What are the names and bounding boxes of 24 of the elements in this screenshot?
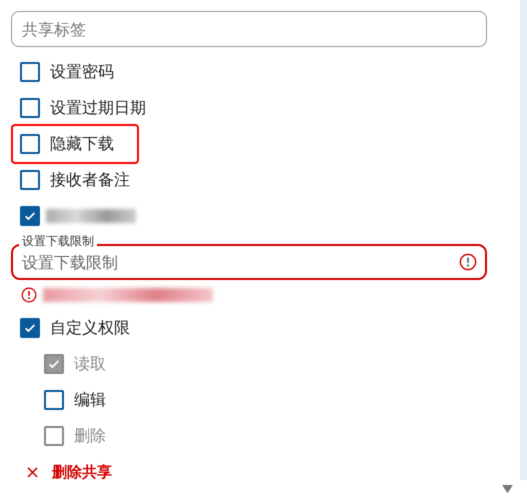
checkbox-label: 编辑 bbox=[74, 390, 106, 410]
checkbox[interactable] bbox=[20, 62, 40, 82]
checkbox[interactable] bbox=[20, 98, 40, 118]
checkbox[interactable] bbox=[20, 134, 40, 154]
checkbox-label: 读取 bbox=[74, 354, 106, 374]
error-icon bbox=[21, 287, 37, 303]
field-label: 设置下载限制 bbox=[19, 234, 97, 248]
checkbox-label: 接收者备注 bbox=[50, 170, 130, 190]
checkbox-label: 删除 bbox=[74, 426, 106, 446]
checkbox-label: 设置过期日期 bbox=[50, 98, 146, 118]
error-icon bbox=[459, 253, 477, 271]
scroll-down-icon[interactable] bbox=[502, 485, 513, 494]
download-limit-input[interactable]: 设置下载限制 bbox=[13, 252, 459, 272]
checkbox-label: 设置密码 bbox=[50, 62, 114, 82]
checkbox-label: 隐藏下载 bbox=[50, 134, 114, 154]
delete-share-link[interactable]: 删除共享 bbox=[52, 462, 112, 482]
checkbox[interactable] bbox=[44, 390, 64, 410]
checkbox-label: 自定义权限 bbox=[50, 318, 130, 338]
scrollbar[interactable] bbox=[520, 0, 527, 480]
share-label-field[interactable]: 共享标签 bbox=[11, 11, 487, 47]
close-icon: × bbox=[25, 462, 40, 482]
checkbox[interactable] bbox=[20, 170, 40, 190]
checkbox[interactable] bbox=[20, 318, 40, 338]
checkbox[interactable] bbox=[20, 206, 40, 226]
